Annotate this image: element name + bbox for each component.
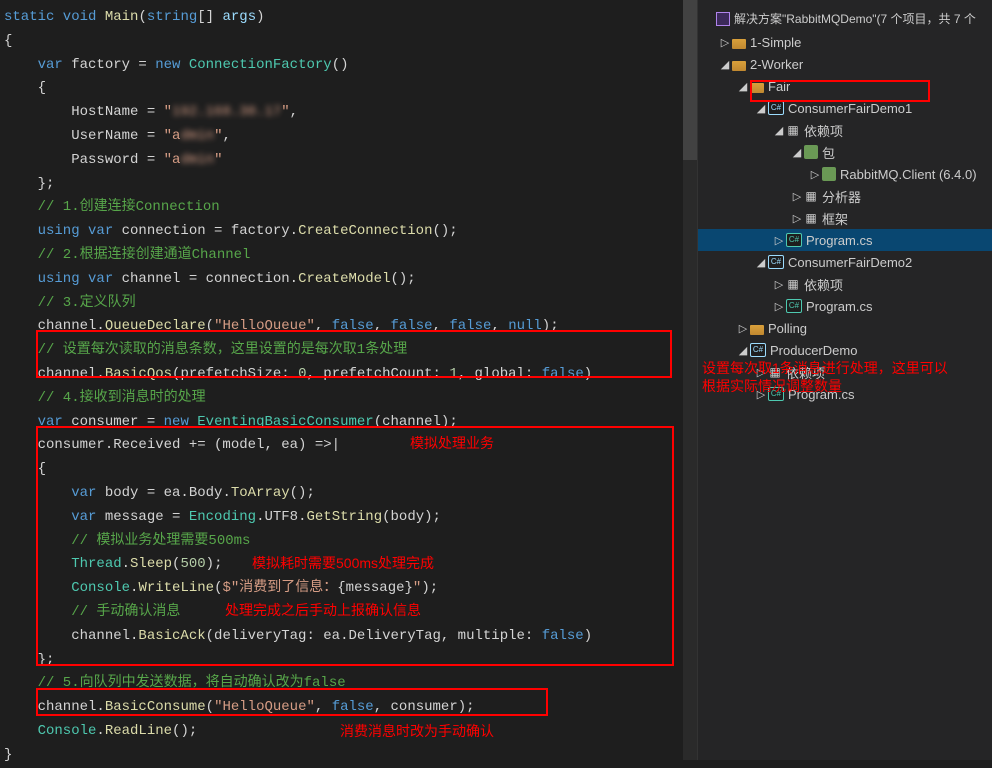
chevron-down-icon: ◢ [790, 146, 804, 159]
chevron-down-icon: ◢ [754, 102, 768, 115]
csproj-icon: C# [768, 101, 784, 115]
chevron-right-icon: ▷ [736, 322, 750, 335]
tree-project-consumerfairdemo1[interactable]: ◢C#ConsumerFairDemo1 [698, 97, 992, 119]
package-icon [822, 167, 836, 181]
tree-folder-2worker[interactable]: ◢2-Worker [698, 53, 992, 75]
chevron-right-icon: ▷ [790, 190, 804, 203]
dependencies-icon: ▦ [786, 277, 800, 291]
framework-icon: ▦ [804, 211, 818, 225]
chevron-down-icon: ◢ [736, 80, 750, 93]
chevron-right-icon: ▷ [790, 212, 804, 225]
chevron-right-icon: ▷ [718, 36, 732, 49]
annotation-text-2: 模拟耗时需要500ms处理完成 [252, 552, 434, 576]
chevron-down-icon: ◢ [718, 58, 732, 71]
folder-icon [732, 61, 746, 71]
folder-icon [732, 39, 746, 49]
tree-file-program1[interactable]: ▷C#Program.cs [698, 229, 992, 251]
tree-dependencies[interactable]: ◢▦依赖项 [698, 119, 992, 141]
chevron-down-icon: ◢ [736, 344, 750, 357]
tree-frameworks[interactable]: ▷▦框架 [698, 207, 992, 229]
csproj-icon: C# [750, 343, 766, 357]
annotation-text-side1: 设置每次取1条消息进行处理，这里可以 [702, 358, 990, 378]
folder-icon [750, 83, 764, 93]
dependencies-icon: ▦ [786, 123, 800, 137]
analyzer-icon: ▦ [804, 189, 818, 203]
tree-packages[interactable]: ◢包 [698, 141, 992, 163]
chevron-down-icon: ◢ [754, 256, 768, 269]
folder-icon [750, 325, 764, 335]
chevron-right-icon: ▷ [808, 168, 822, 181]
package-icon [804, 145, 818, 159]
chevron-right-icon: ▷ [772, 234, 786, 247]
tree-folder-fair[interactable]: ◢Fair [698, 75, 992, 97]
csproj-icon: C# [768, 255, 784, 269]
solution-icon [716, 12, 730, 26]
editor-scrollbar[interactable] [683, 0, 697, 760]
code-editor[interactable]: static void Main(string[] args) { var fa… [0, 0, 698, 760]
solution-explorer[interactable]: 解决方案"RabbitMQDemo"(7 个项目，共 7 个 ▷1-Simple… [698, 0, 992, 760]
chevron-down-icon: ◢ [772, 124, 786, 137]
annotation-text-side2: 根据实际情况调整数量 [702, 376, 990, 396]
annotation-text-3: 处理完成之后手动上报确认信息 [225, 599, 421, 623]
tree-file-program2[interactable]: ▷C#Program.cs [698, 295, 992, 317]
solution-header[interactable]: 解决方案"RabbitMQDemo"(7 个项目，共 7 个 [698, 8, 992, 31]
annotation-text-4: 消费消息时改为手动确认 [340, 720, 494, 744]
chevron-right-icon: ▷ [772, 300, 786, 313]
csfile-icon: C# [786, 233, 802, 247]
tree-dependencies-2[interactable]: ▷▦依赖项 [698, 273, 992, 295]
tree-project-consumerfairdemo2[interactable]: ◢C#ConsumerFairDemo2 [698, 251, 992, 273]
tree-folder-1simple[interactable]: ▷1-Simple [698, 31, 992, 53]
annotation-text-1: 模拟处理业务 [410, 432, 494, 456]
tree-analyzers[interactable]: ▷▦分析器 [698, 185, 992, 207]
chevron-right-icon: ▷ [772, 278, 786, 291]
csfile-icon: C# [786, 299, 802, 313]
tree-folder-polling[interactable]: ▷Polling [698, 317, 992, 339]
tree-package-rabbitmq[interactable]: ▷RabbitMQ.Client (6.4.0) [698, 163, 992, 185]
